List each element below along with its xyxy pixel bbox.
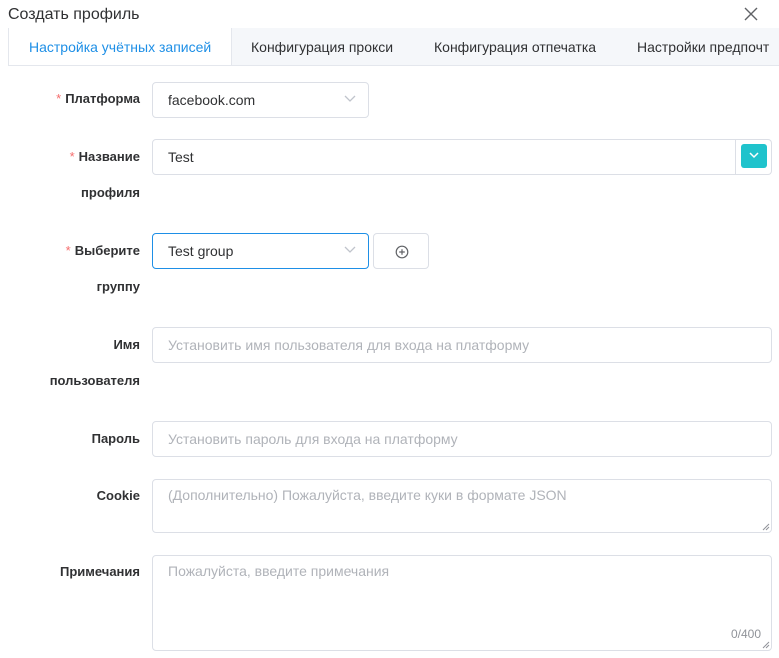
profile-name-value: Test bbox=[168, 149, 194, 165]
cookie-label: Cookie bbox=[96, 488, 140, 503]
profile-name-dropdown-button[interactable] bbox=[741, 144, 767, 168]
cookie-placeholder: (Дополнительно) Пожалуйста, введите куки… bbox=[168, 487, 567, 503]
tab-proxy-config[interactable]: Конфигурация прокси bbox=[231, 28, 413, 65]
tab-fingerprint-config[interactable]: Конфигурация отпечатка bbox=[414, 28, 616, 65]
resize-handle-icon[interactable] bbox=[762, 641, 770, 649]
tab-bar: Настройка учётных записей Конфигурация п… bbox=[8, 28, 779, 66]
platform-label: * Платформа bbox=[6, 81, 140, 117]
username-label: Имя bbox=[113, 337, 140, 352]
required-mark: * bbox=[56, 91, 62, 106]
notes-char-counter: 0/400 bbox=[730, 627, 761, 641]
chevron-down-icon bbox=[344, 246, 356, 253]
group-label-line2: группу bbox=[96, 279, 140, 294]
platform-label-text: Платформа bbox=[65, 91, 140, 106]
username-placeholder: Установить имя пользователя для входа на… bbox=[168, 337, 530, 353]
platform-select[interactable]: facebook.com bbox=[152, 82, 369, 118]
group-value: Test group bbox=[168, 243, 234, 259]
tab-account-settings[interactable]: Настройка учётных записей bbox=[8, 28, 233, 65]
chevron-down-icon bbox=[749, 152, 759, 159]
add-group-button[interactable] bbox=[373, 233, 429, 269]
notes-textarea[interactable]: Пожалуйста, введите примечания 0/400 bbox=[152, 555, 772, 651]
notes-placeholder: Пожалуйста, введите примечания bbox=[168, 563, 390, 579]
platform-value: facebook.com bbox=[168, 92, 256, 108]
group-label-text-1: Выберите bbox=[74, 243, 140, 258]
username-input[interactable]: Установить имя пользователя для входа на… bbox=[152, 327, 772, 363]
profile-name-label: * Название bbox=[6, 139, 140, 175]
dialog-title: Создать профиль bbox=[8, 6, 140, 23]
chevron-down-icon bbox=[344, 95, 356, 102]
resize-handle-icon[interactable] bbox=[762, 523, 770, 531]
profile-name-label-text-1: Название bbox=[78, 149, 140, 164]
required-mark: * bbox=[65, 243, 71, 258]
group-label: * Выберите bbox=[6, 233, 140, 269]
group-select[interactable]: Test group bbox=[152, 233, 369, 269]
required-mark: * bbox=[69, 149, 75, 164]
notes-label: Примечания bbox=[59, 564, 140, 579]
cookie-textarea[interactable]: (Дополнительно) Пожалуйста, введите куки… bbox=[152, 479, 772, 533]
profile-name-label-line2: профиля bbox=[81, 185, 140, 200]
password-placeholder: Установить пароль для входа на платформу bbox=[168, 431, 458, 447]
profile-name-input[interactable]: Test bbox=[152, 139, 736, 175]
password-input[interactable]: Установить пароль для входа на платформу bbox=[152, 421, 772, 457]
close-button[interactable] bbox=[740, 3, 762, 25]
tab-preferences[interactable]: Настройки предпочт bbox=[617, 28, 779, 65]
plus-circle-icon bbox=[395, 245, 409, 259]
password-label: Пароль bbox=[91, 431, 140, 446]
username-label-line2: пользователя bbox=[49, 373, 140, 388]
close-icon bbox=[744, 7, 758, 21]
